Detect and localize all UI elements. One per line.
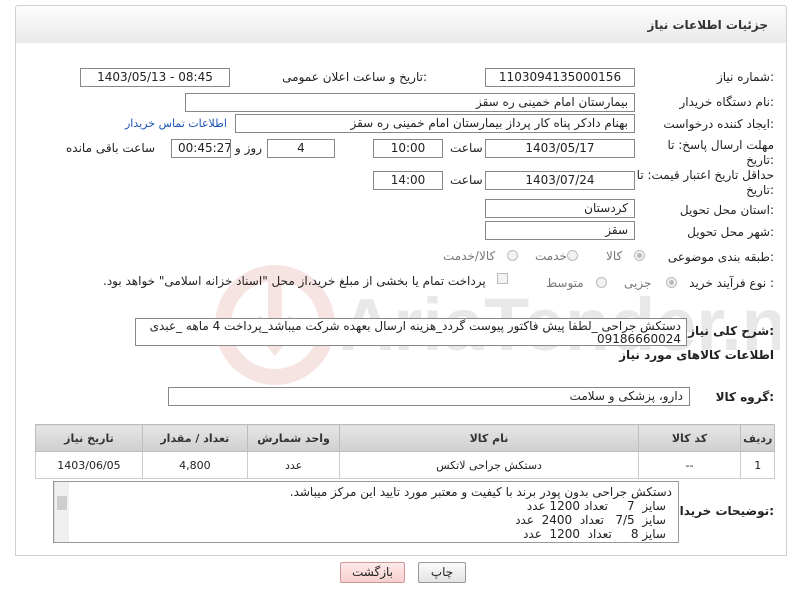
reply-deadline-date: 1403/05/17 [485, 139, 635, 158]
col-qty: تعداد / مقدار [141, 424, 248, 452]
announce-datetime-label: تاریخ و ساعت اعلان عمومی: [282, 70, 427, 84]
buyer-notes-field[interactable]: دستکش جراحی بدون پودر برند با کیفیت و مع… [53, 481, 679, 543]
reply-deadline-time-label: ساعت [450, 141, 483, 155]
col-date: تاریخ نیاز [35, 424, 143, 452]
cell-unit: عدد [246, 451, 341, 479]
buyer-notes-line-3: سایز 7/5 تعداد 2400 عدد [515, 513, 666, 527]
purchase-option-medium: متوسط [546, 276, 584, 290]
city-field: سقز [485, 221, 635, 240]
price-validity-date: 1403/07/24 [485, 171, 635, 190]
buyer-org-field: بیمارستان امام خمینی ره سقز [185, 93, 635, 112]
print-button[interactable]: چاپ [418, 562, 466, 583]
col-name: نام کالا [339, 424, 639, 452]
buyer-notes-line-1: دستکش جراحی بدون پودر برند با کیفیت و مع… [289, 485, 672, 499]
goods-group-label: گروه کالا: [715, 390, 774, 404]
page-header: جزئیات اطلاعات نیاز [15, 5, 787, 45]
buyer-contact-link[interactable]: اطلاعات تماس خریدار [125, 117, 227, 130]
cell-row: 1 [740, 451, 775, 479]
remaining-time-label: ساعت باقی مانده [66, 141, 156, 155]
cell-qty: 4,800 [141, 451, 248, 479]
buyer-notes-line-2: سایز 7 تعداد 1200 عدد [526, 499, 666, 513]
category-option-goods-service: کالا/خدمت [443, 249, 496, 263]
goods-section-title: اطلاعات کالاهای مورد نیاز [619, 348, 774, 362]
table-row: 1 -- دستکش جراحی لاتکس عدد 4,800 1403/06… [35, 451, 775, 479]
goods-table-header: ردیف کد کالا نام کالا واحد شمارش تعداد /… [35, 424, 775, 452]
need-number-label: شماره نیاز: [716, 70, 774, 84]
purchase-radio-medium[interactable] [596, 277, 607, 288]
buyer-org-label: نام دستگاه خریدار: [679, 95, 775, 109]
reply-deadline-label: مهلت ارسال پاسخ: تا تاریخ: [667, 138, 774, 167]
province-field: کردستان [485, 199, 635, 218]
description-line-2: 09186660024 [597, 332, 681, 346]
goods-table: ردیف کد کالا نام کالا واحد شمارش تعداد /… [35, 424, 775, 479]
purchase-type-label: نوع فرآیند خرید : [689, 276, 774, 290]
price-validity-time-label: ساعت [450, 173, 483, 187]
purchase-option-minor: جزیی [624, 276, 652, 290]
category-option-service: خدمت [535, 249, 567, 263]
cell-name: دستکش جراحی لاتکس [339, 451, 639, 479]
category-radio-goods-service[interactable] [507, 250, 518, 261]
description-label: شرح کلی نیاز: [688, 324, 774, 338]
need-number-field: 1103094135000156 [485, 68, 635, 87]
page-title: جزئیات اطلاعات نیاز [647, 18, 768, 32]
remaining-time-field: 00:45:27 [171, 139, 231, 158]
requester-field: بهنام دادکر پناه کار پرداز بیمارستان اما… [235, 114, 635, 133]
category-radio-service[interactable] [567, 250, 578, 261]
province-label: استان محل تحویل: [679, 203, 774, 217]
col-unit: واحد شمارش [246, 424, 341, 452]
reply-days-label: روز و [235, 141, 262, 155]
requester-label: ایجاد کننده درخواست: [663, 117, 774, 131]
back-button[interactable]: بازگشت [340, 562, 405, 583]
treasury-payment-note: پرداخت تمام یا بخشی از مبلغ خرید،از محل … [103, 274, 486, 288]
buyer-notes-line-4: سایز 8 تعداد 1200 عدد [523, 527, 666, 541]
col-code: کد کالا [637, 424, 742, 452]
treasury-payment-checkbox[interactable] [497, 273, 508, 284]
category-radio-goods[interactable] [634, 250, 645, 261]
reply-days-field: 4 [267, 139, 335, 158]
purchase-radio-minor[interactable] [666, 277, 677, 288]
description-field: دستکش جراحی _لطفا پیش فاکتور پیوست گردد_… [135, 318, 687, 346]
city-label: شهر محل تحویل: [687, 225, 774, 239]
price-validity-label: حداقل تاریخ اعتبار قیمت: تا تاریخ: [636, 168, 774, 197]
announce-datetime-field: 1403/05/13 - 08:45 [80, 68, 230, 87]
buyer-notes-scrollbar[interactable] [54, 482, 69, 542]
category-option-goods: کالا [606, 249, 623, 263]
cell-code: -- [637, 451, 742, 479]
cell-date: 1403/06/05 [35, 451, 143, 479]
reply-deadline-time: 10:00 [373, 139, 443, 158]
category-label: طبقه بندی موضوعی: [667, 250, 774, 264]
scrollbar-thumb[interactable] [57, 496, 67, 510]
goods-group-field: دارو، پزشکی و سلامت [168, 387, 690, 406]
col-row: ردیف [740, 424, 775, 452]
buyer-notes-label: توضیحات خریدار: [672, 504, 774, 518]
price-validity-time: 14:00 [373, 171, 443, 190]
